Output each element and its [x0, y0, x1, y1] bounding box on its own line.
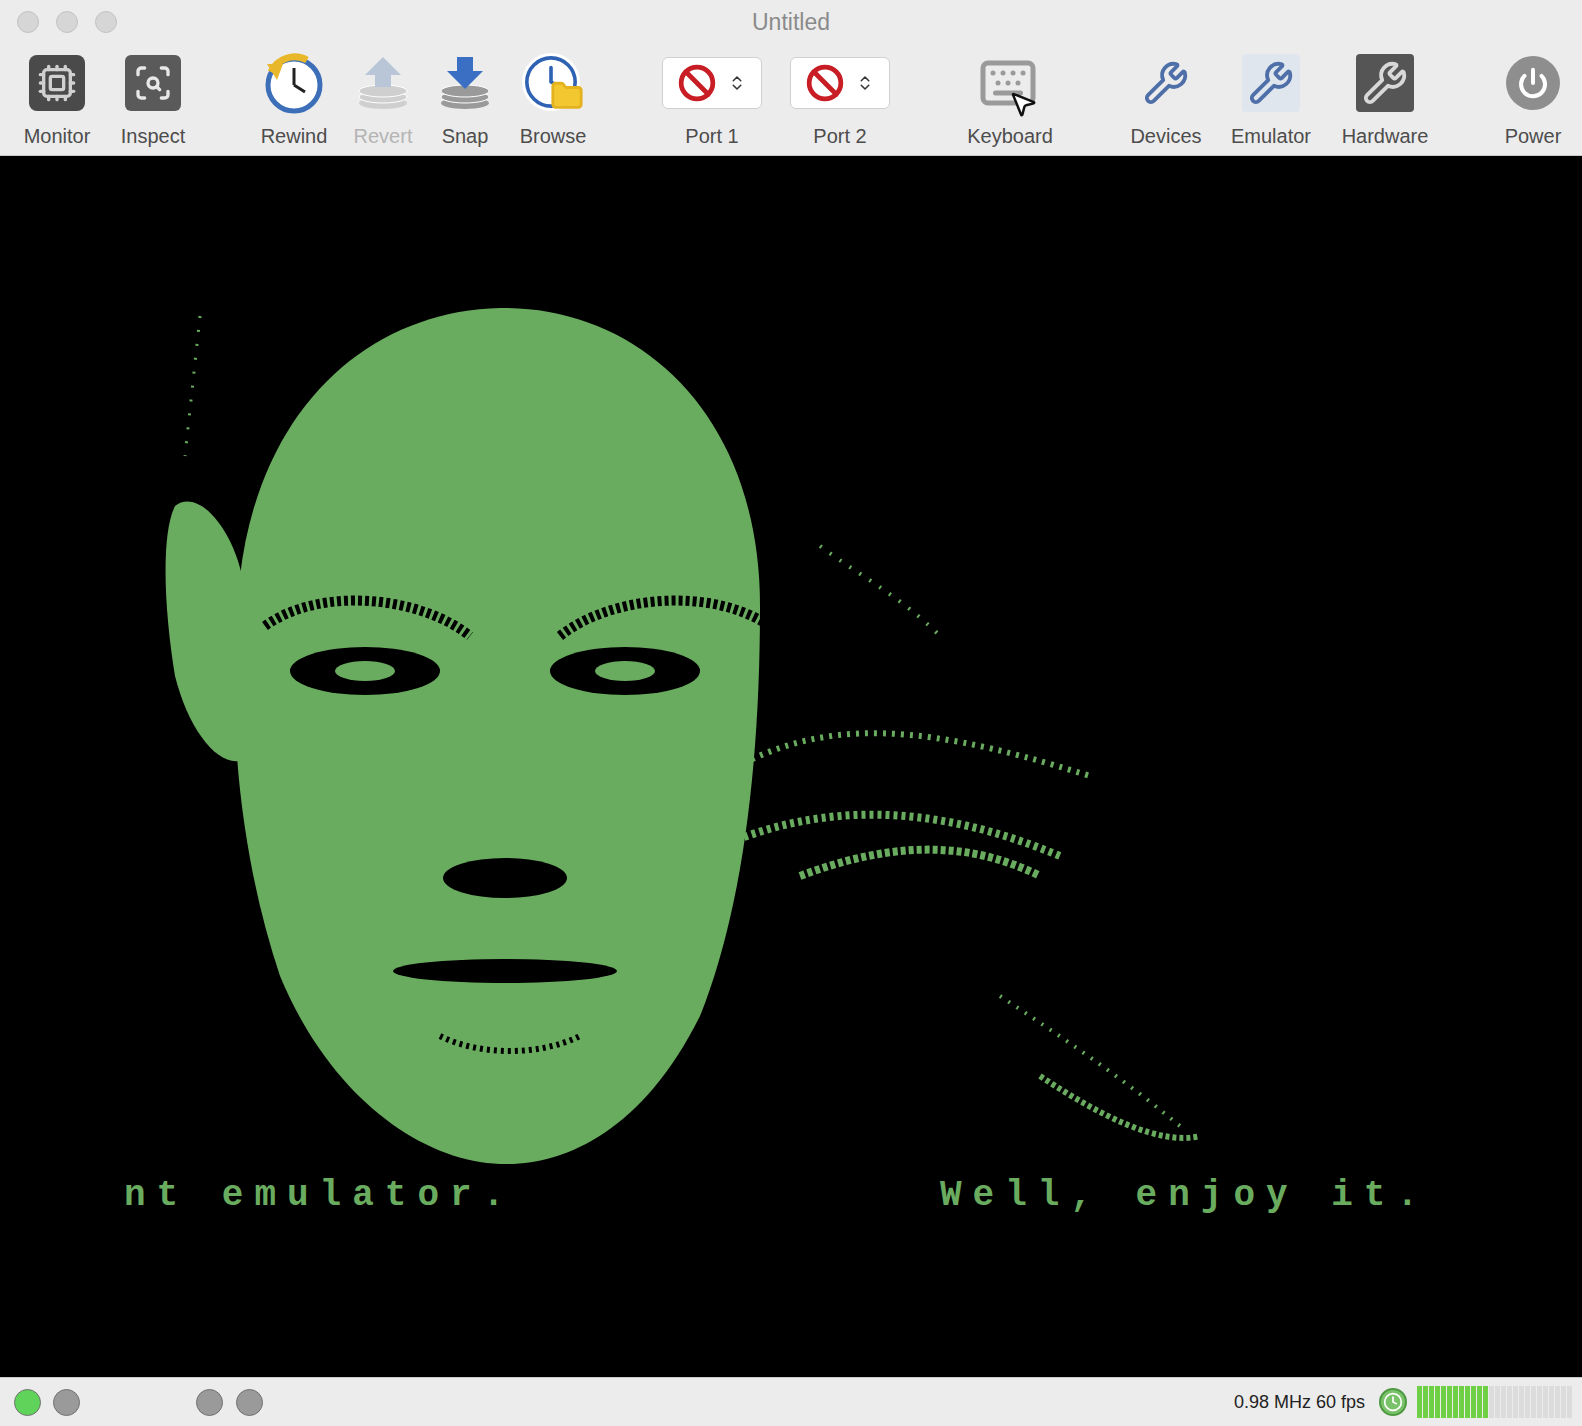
window-title: Untitled — [752, 5, 830, 40]
keyboard-icon — [978, 53, 1042, 113]
emulator-screen: nt emulator.Well, enjoy it. — [0, 156, 1582, 1377]
meter-segment — [1507, 1386, 1512, 1418]
status-bar: 0.98 MHz 60 fps — [0, 1377, 1582, 1426]
toolbar-label: Devices — [1130, 122, 1201, 150]
drive-led — [14, 1389, 41, 1416]
toolbar: Monitor Inspect Rewind Revert Snap Browse Port… — [0, 44, 1582, 150]
toolbar-label: Port 1 — [685, 122, 738, 150]
speed-meter — [1417, 1386, 1582, 1418]
meter-segment — [1489, 1386, 1494, 1418]
drive-led — [53, 1389, 80, 1416]
toolbar-label: Port 2 — [813, 122, 866, 150]
toolbar-button[interactable]: Emulator — [1226, 48, 1316, 150]
meter-segment — [1459, 1386, 1464, 1418]
toolbar-label: Monitor — [24, 122, 91, 150]
toolbar-label: Hardware — [1342, 122, 1429, 150]
meter-segment — [1495, 1386, 1500, 1418]
toolbar-button[interactable]: Keyboard — [960, 48, 1060, 150]
toolbar-label: Browse — [520, 122, 587, 150]
rewind-clock-icon — [263, 52, 325, 114]
emulator-window: Untitled Monitor Inspect Rewind Revert Snap Br… — [0, 0, 1582, 1426]
chevrons-icon — [728, 74, 746, 92]
meter-segment — [1477, 1386, 1482, 1418]
inspect-icon — [125, 55, 181, 111]
toolbar-button[interactable]: Snap — [425, 48, 505, 150]
meter-segment — [1537, 1386, 1542, 1418]
meter-segment — [1453, 1386, 1458, 1418]
meter-segment — [1513, 1386, 1518, 1418]
port-select[interactable] — [662, 57, 762, 109]
toolbar-label: Keyboard — [967, 122, 1053, 150]
meter-segment — [1429, 1386, 1434, 1418]
clock-icon — [1379, 1388, 1407, 1416]
toolbar-button[interactable]: Devices — [1121, 48, 1211, 150]
toolbar-label: Inspect — [121, 122, 185, 150]
meter-segment — [1423, 1386, 1428, 1418]
browse-icon — [522, 53, 584, 113]
toolbar-label: Revert — [354, 122, 413, 150]
no-device-icon — [806, 64, 844, 102]
emulator-icon — [1242, 54, 1300, 112]
chip-icon — [29, 55, 85, 111]
meter-segment — [1417, 1386, 1422, 1418]
snap-icon — [435, 53, 495, 113]
title-toolbar: Untitled Monitor Inspect Rewind Revert Snap Br… — [0, 0, 1582, 156]
meter-segment — [1549, 1386, 1554, 1418]
speed-readout: 0.98 MHz 60 fps — [1234, 1389, 1365, 1416]
meter-segment — [1525, 1386, 1530, 1418]
meter-segment — [1441, 1386, 1446, 1418]
toolbar-button[interactable]: Power — [1493, 48, 1573, 150]
toolbar-button[interactable]: Hardware — [1330, 48, 1440, 150]
meter-segment — [1543, 1386, 1548, 1418]
toolbar-label: Snap — [442, 122, 489, 150]
hardware-icon — [1356, 54, 1414, 112]
drive-led — [236, 1389, 263, 1416]
meter-segment — [1567, 1386, 1572, 1418]
meter-segment — [1555, 1386, 1560, 1418]
meter-segment — [1483, 1386, 1488, 1418]
meter-segment — [1519, 1386, 1524, 1418]
title-bar: Untitled — [0, 0, 1582, 44]
scroller-text: nt emulator. — [124, 1169, 940, 1223]
toolbar-button[interactable]: Inspect — [113, 48, 193, 150]
window-control[interactable] — [56, 11, 78, 33]
port-dropdown[interactable]: Port 1 — [660, 48, 764, 150]
meter-segment — [1435, 1386, 1440, 1418]
meter-segment — [1465, 1386, 1470, 1418]
meter-segment — [1471, 1386, 1476, 1418]
port-dropdown[interactable]: Port 2 — [788, 48, 892, 150]
meter-segment — [1447, 1386, 1452, 1418]
no-device-icon — [678, 64, 716, 102]
toolbar-label: Emulator — [1231, 122, 1311, 150]
face-picture — [0, 156, 1582, 1166]
port-select[interactable] — [790, 57, 890, 109]
chevrons-icon — [856, 74, 874, 92]
scroller-text: Well, enjoy it. — [940, 1169, 1429, 1223]
drive-led — [196, 1389, 223, 1416]
revert-icon — [353, 53, 413, 113]
scroller: nt emulator.Well, enjoy it. — [0, 1166, 1582, 1226]
window-control[interactable] — [17, 11, 39, 33]
toolbar-label: Power — [1505, 122, 1562, 150]
toolbar-button[interactable]: Rewind — [254, 48, 334, 150]
devices-icon — [1137, 54, 1195, 112]
toolbar-label: Rewind — [261, 122, 328, 150]
toolbar-button[interactable]: Monitor — [17, 48, 97, 150]
window-control[interactable] — [95, 11, 117, 33]
meter-segment — [1501, 1386, 1506, 1418]
toolbar-button[interactable]: Browse — [513, 48, 593, 150]
meter-segment — [1561, 1386, 1566, 1418]
meter-segment — [1531, 1386, 1536, 1418]
toolbar-button: Revert — [343, 48, 423, 150]
power-icon — [1506, 56, 1560, 110]
